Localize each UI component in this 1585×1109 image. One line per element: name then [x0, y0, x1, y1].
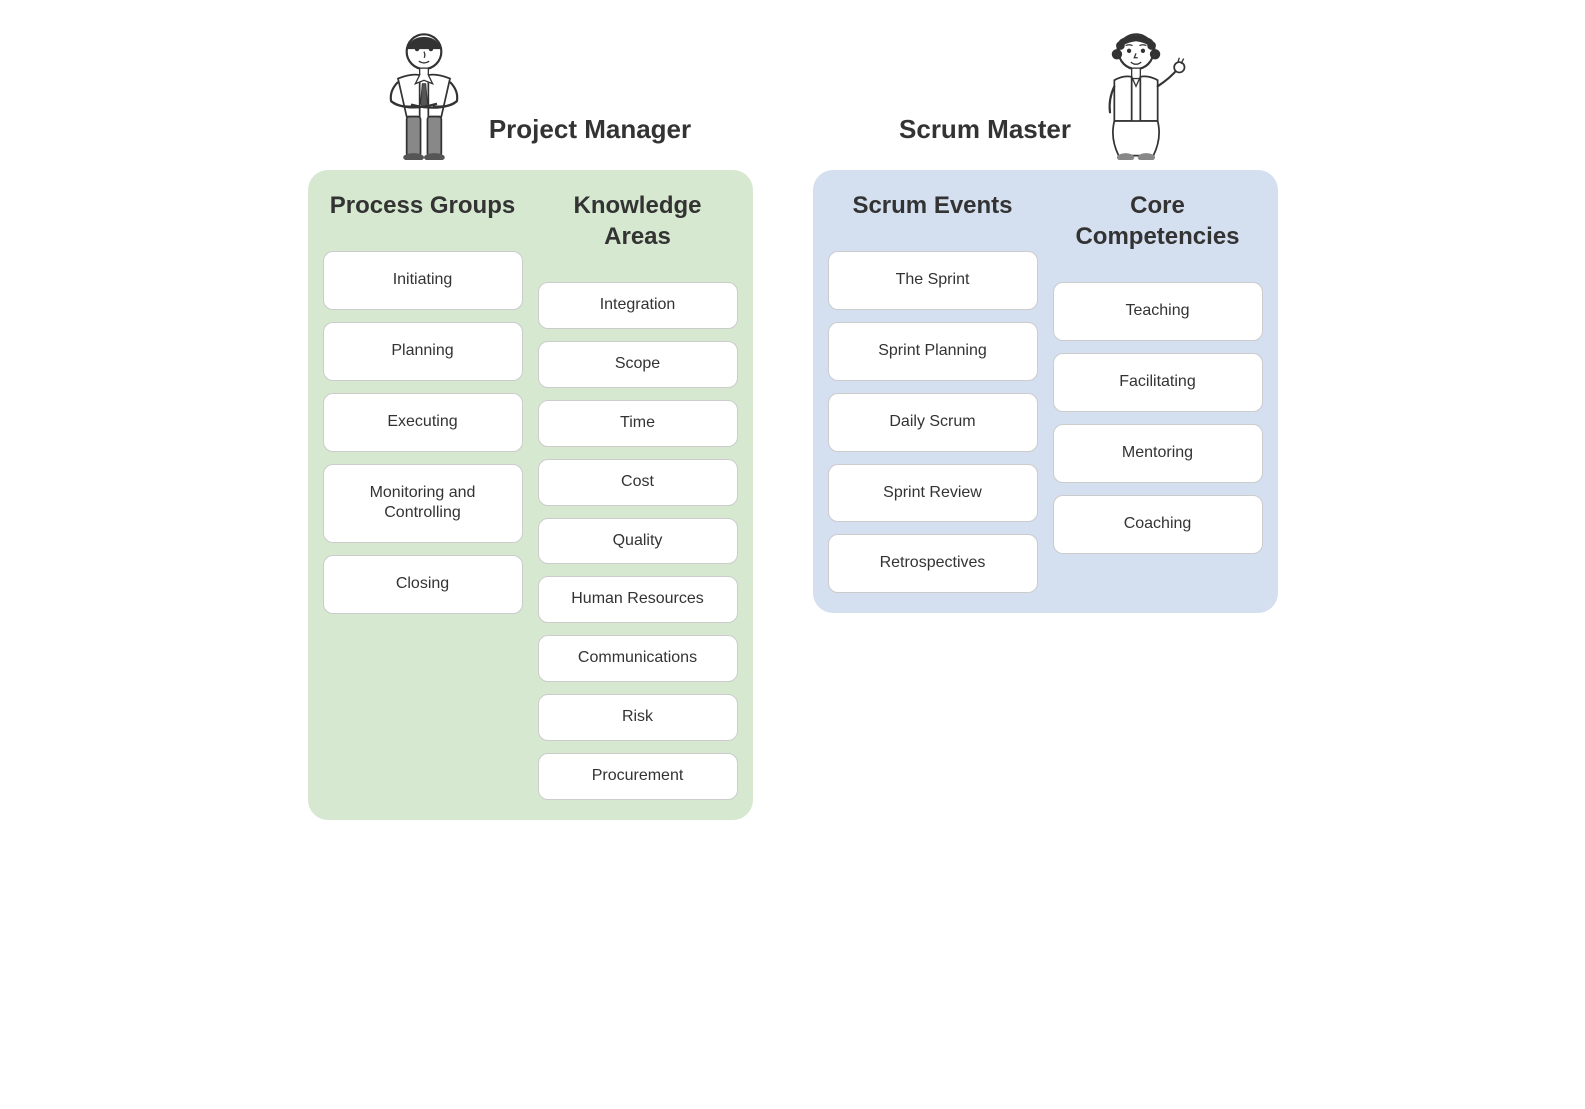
list-item: Sprint Planning [828, 322, 1038, 381]
man-figure-icon [369, 30, 479, 160]
list-item: Monitoring and Controlling [323, 464, 523, 544]
pm-green-panel: Process Groups Initiating Planning Execu… [308, 170, 753, 820]
core-competencies-list: Teaching Facilitating Mentoring Coaching [1053, 282, 1263, 553]
list-item: Closing [323, 555, 523, 614]
knowledge-areas-title: Knowledge Areas [538, 190, 738, 252]
list-item: Sprint Review [828, 464, 1038, 523]
list-item: Human Resources [538, 576, 738, 623]
pm-header: Project Manager [308, 30, 753, 160]
list-item: Executing [323, 393, 523, 452]
sm-blue-panel: Scrum Events The Sprint Sprint Planning … [813, 170, 1278, 613]
core-competencies-title: Core Competencies [1053, 190, 1263, 252]
knowledge-areas-list: Integration Scope Time Cost Quality Huma… [538, 282, 738, 799]
list-item: Communications [538, 635, 738, 682]
list-item: Cost [538, 459, 738, 506]
process-groups-title: Process Groups [330, 190, 515, 221]
list-item: Initiating [323, 251, 523, 310]
pm-section: Project Manager Process Groups Initiatin… [308, 30, 753, 820]
sm-header: Scrum Master [899, 30, 1191, 160]
scrum-events-list: The Sprint Sprint Planning Daily Scrum S… [828, 251, 1038, 593]
sm-header-row: Scrum Master [899, 30, 1191, 160]
knowledge-areas-column: Knowledge Areas Integration Scope Time C… [538, 190, 738, 800]
list-item: Time [538, 400, 738, 447]
pm-header-row: Project Manager [369, 30, 691, 160]
pm-title: Project Manager [489, 114, 691, 145]
process-groups-list: Initiating Planning Executing Monitoring… [323, 251, 523, 614]
page-wrapper: Project Manager Process Groups Initiatin… [20, 20, 1565, 820]
list-item: Coaching [1053, 495, 1263, 554]
list-item: Risk [538, 694, 738, 741]
list-item: Mentoring [1053, 424, 1263, 483]
list-item: Scope [538, 341, 738, 388]
list-item: Integration [538, 282, 738, 329]
sm-section: Scrum Master [813, 30, 1278, 613]
list-item: Retrospectives [828, 534, 1038, 593]
list-item: Facilitating [1053, 353, 1263, 412]
list-item: The Sprint [828, 251, 1038, 310]
list-item: Daily Scrum [828, 393, 1038, 452]
list-item: Planning [323, 322, 523, 381]
woman-figure-icon [1081, 30, 1191, 160]
scrum-events-column: Scrum Events The Sprint Sprint Planning … [828, 190, 1038, 593]
core-competencies-column: Core Competencies Teaching Facilitating … [1053, 190, 1263, 593]
list-item: Procurement [538, 753, 738, 800]
scrum-events-title: Scrum Events [852, 190, 1012, 221]
list-item: Teaching [1053, 282, 1263, 341]
list-item: Quality [538, 518, 738, 565]
process-groups-column: Process Groups Initiating Planning Execu… [323, 190, 523, 800]
sm-title: Scrum Master [899, 114, 1071, 145]
